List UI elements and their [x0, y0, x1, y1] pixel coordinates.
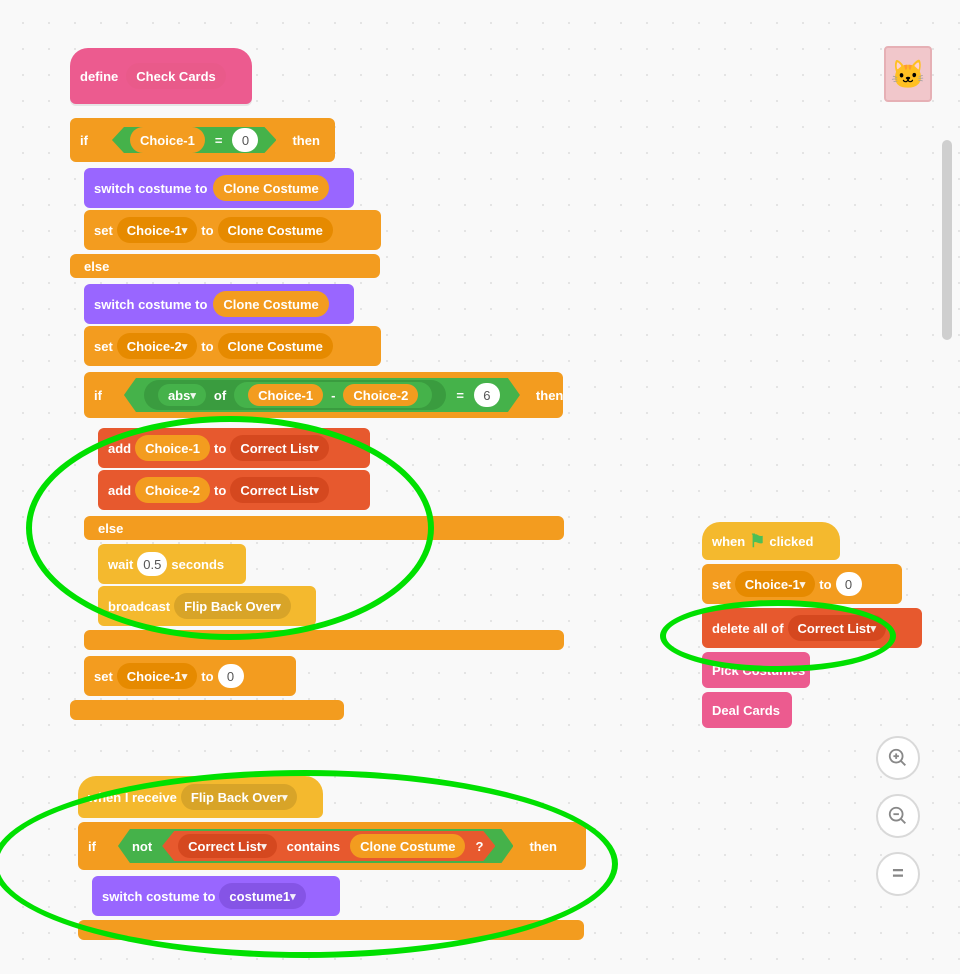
switch-costume1[interactable]: switch costume to costume1	[92, 876, 340, 916]
wait-block[interactable]: wait 0.5 seconds	[98, 544, 246, 584]
if-outer-end[interactable]	[70, 700, 344, 720]
set-choice2[interactable]: set Choice-2 to Clone Costume	[84, 326, 381, 366]
flag-icon: ⚑	[749, 531, 765, 552]
broadcast-block[interactable]: broadcast Flip Back Over	[98, 586, 316, 626]
scrollbar-handle[interactable]	[942, 140, 952, 340]
set-kw: set	[94, 223, 113, 238]
choice2-dd[interactable]: Choice-2	[117, 333, 197, 359]
clone-cost-2: Clone Costume	[218, 217, 333, 243]
set-choice1-zero[interactable]: set Choice-1 to 0	[84, 656, 296, 696]
if-not-contains[interactable]: if not Correct List contains Clone Costu…	[78, 822, 586, 870]
add-choice2[interactable]: add Choice-2 to Correct List	[98, 470, 370, 510]
to-kw: to	[201, 223, 213, 238]
minus-expr: Choice-1 - Choice-2	[234, 382, 432, 408]
define-label: define	[80, 69, 118, 84]
clone-cost-1: Clone Costume	[213, 175, 328, 201]
costume1-dd[interactable]: costume1	[219, 883, 305, 909]
else-1[interactable]: else	[70, 254, 380, 278]
when-flag-hat[interactable]: when ⚑ clicked	[702, 522, 840, 560]
choice1-dd-2[interactable]: Choice-1	[117, 663, 197, 689]
right-set-choice1[interactable]: set Choice-1 to 0	[702, 564, 902, 604]
choice1-dd-1[interactable]: Choice-1	[117, 217, 197, 243]
add-choice1[interactable]: add Choice-1 to Correct List	[98, 428, 370, 468]
else-kw: else	[84, 259, 109, 274]
receive-msg[interactable]: Flip Back Over	[181, 784, 298, 810]
switch-costume-2[interactable]: switch costume to Clone Costume	[84, 284, 354, 324]
correct-list-dd-2[interactable]: Correct List	[230, 477, 329, 503]
if-inner-end[interactable]	[84, 630, 564, 650]
eq-op: =	[215, 133, 223, 148]
if-abs-eq[interactable]: if abs of Choice-1 - Choice-2 = 6 then	[84, 372, 563, 418]
zoom-in-icon	[887, 747, 909, 769]
zoom-in-button[interactable]	[876, 736, 920, 780]
switch-costume-1[interactable]: switch costume to Clone Costume	[84, 168, 354, 208]
six-input[interactable]: 6	[474, 383, 500, 407]
zoom-out-icon	[887, 805, 909, 827]
abs-dd[interactable]: abs	[158, 384, 206, 406]
if-kw: if	[80, 133, 88, 148]
switch-label: switch costume to	[94, 181, 207, 196]
sprite-thumbnail[interactable]: 🐱	[884, 46, 932, 102]
call-pick-costumes[interactable]: Pick Costumes	[702, 652, 810, 688]
define-hat[interactable]: define Check Cards	[70, 48, 252, 104]
contains-cond: Correct List contains Clone Costume ?	[162, 831, 495, 861]
when-receive-hat[interactable]: when I receive Flip Back Over	[78, 776, 323, 818]
correct-list-dd-1[interactable]: Correct List	[230, 435, 329, 461]
set-choice1-1[interactable]: set Choice-1 to Clone Costume	[84, 210, 381, 250]
wait-secs[interactable]: 0.5	[137, 552, 167, 576]
abs-of: abs of Choice-1 - Choice-2	[144, 380, 446, 410]
correct-list-dd-3[interactable]: Correct List	[178, 834, 277, 858]
zero-input[interactable]: 0	[232, 128, 258, 152]
then-kw: then	[292, 133, 319, 148]
vertical-scrollbar[interactable]	[940, 140, 954, 840]
correct-list-dd-4[interactable]: Correct List	[788, 615, 887, 641]
not-cond: not Correct List contains Clone Costume …	[118, 829, 513, 863]
eq-cond: Choice-1 = 0	[112, 127, 277, 153]
broadcast-msg[interactable]: Flip Back Over	[174, 593, 291, 619]
if-bottom-end[interactable]	[78, 920, 584, 940]
zoom-reset-button[interactable]: =	[876, 852, 920, 896]
abs-eq-cond: abs of Choice-1 - Choice-2 = 6	[124, 378, 520, 412]
else-inner[interactable]: else	[84, 516, 564, 540]
if-choice1-zero[interactable]: if Choice-1 = 0 then	[70, 118, 335, 162]
call-deal-cards[interactable]: Deal Cards	[702, 692, 792, 728]
zoom-out-button[interactable]	[876, 794, 920, 838]
delete-all[interactable]: delete all of Correct List	[702, 608, 922, 648]
proc-name: Check Cards	[126, 63, 225, 89]
var-choice1: Choice-1	[130, 127, 205, 153]
